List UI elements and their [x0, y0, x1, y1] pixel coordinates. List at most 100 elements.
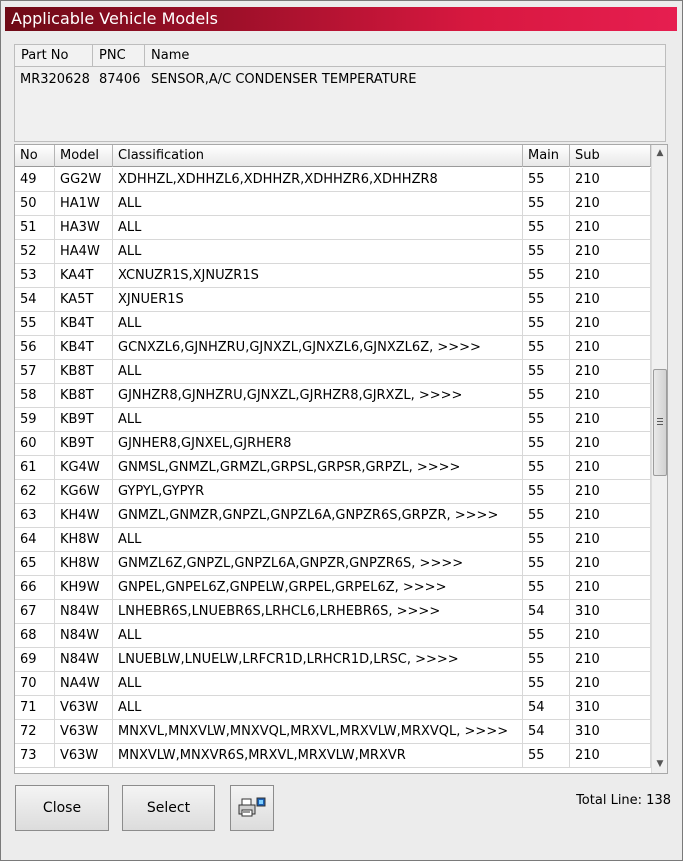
row-main: 55: [523, 576, 570, 600]
header-divider: [144, 45, 145, 67]
row-main: 55: [523, 360, 570, 384]
applicable-vehicle-models-window: Applicable Vehicle Models Part No PNC Na…: [0, 0, 683, 861]
vertical-scrollbar[interactable]: ▲ ▼: [651, 145, 667, 773]
row-sub: 210: [570, 264, 651, 288]
table-row[interactable]: 56 KB4T GCNXZL6,GJNHZRU,GJNXZL,GJNXZL6,GJN…: [15, 336, 651, 360]
row-no: 53: [15, 264, 55, 288]
row-sub: 210: [570, 360, 651, 384]
table-row[interactable]: 57 KB8T ALL 55 210: [15, 360, 651, 384]
vehicle-models-grid[interactable]: No Model Classification Main Sub 49 GG2W X…: [14, 144, 668, 774]
row-main: 55: [523, 432, 570, 456]
row-model: KG6W: [55, 480, 113, 504]
table-row[interactable]: 63 KH4W GNMZL,GNMZR,GNPZL,GNPZL6A,GNPZR6S,…: [15, 504, 651, 528]
scroll-down-arrow-icon[interactable]: ▼: [652, 756, 667, 773]
row-model: KB9T: [55, 432, 113, 456]
row-classification: XCNUZR1S,XJNUZR1S: [113, 264, 523, 288]
table-row[interactable]: 67 N84W LNHEBR6S,LNUEBR6S,LRHCL6,LRHEBR6S,…: [15, 600, 651, 624]
row-classification: GJNHER8,GJNXEL,GJRHER8: [113, 432, 523, 456]
column-header-sub[interactable]: Sub: [570, 145, 651, 167]
row-classification: ALL: [113, 672, 523, 696]
row-sub: 210: [570, 168, 651, 192]
part-info-row[interactable]: MR320628 87406 SENSOR,A/C CONDENSER TEMP…: [15, 69, 665, 91]
row-model: KG4W: [55, 456, 113, 480]
row-model: GG2W: [55, 168, 113, 192]
row-no: 52: [15, 240, 55, 264]
table-row[interactable]: 71 V63W ALL 54 310: [15, 696, 651, 720]
row-model: KB8T: [55, 360, 113, 384]
table-row[interactable]: 69 N84W LNUEBLW,LNUELW,LRFCR1D,LRHCR1D,LRS…: [15, 648, 651, 672]
table-row[interactable]: 64 KH8W ALL 55 210: [15, 528, 651, 552]
scrollbar-thumb[interactable]: [653, 369, 667, 476]
row-main: 55: [523, 744, 570, 768]
table-row[interactable]: 58 KB8T GJNHZR8,GJNHZRU,GJNXZL,GJRHZR8,GJR…: [15, 384, 651, 408]
row-main: 55: [523, 240, 570, 264]
column-header-model[interactable]: Model: [55, 145, 113, 167]
table-row[interactable]: 49 GG2W XDHHZL,XDHHZL6,XDHHZR,XDHHZR6,XDHH…: [15, 168, 651, 192]
total-line-count: Total Line: 138: [576, 793, 671, 808]
row-model: NA4W: [55, 672, 113, 696]
row-model: HA1W: [55, 192, 113, 216]
table-row[interactable]: 61 KG4W GNMSL,GNMZL,GRMZL,GRPSL,GRPSR,GRPZ…: [15, 456, 651, 480]
row-no: 59: [15, 408, 55, 432]
row-sub: 210: [570, 408, 651, 432]
table-row[interactable]: 73 V63W MNXVLW,MNXVR6S,MRXVL,MRXVLW,MRXVR 5…: [15, 744, 651, 768]
row-no: 69: [15, 648, 55, 672]
table-row[interactable]: 50 HA1W ALL 55 210: [15, 192, 651, 216]
row-model: V63W: [55, 744, 113, 768]
table-row[interactable]: 60 KB9T GJNHER8,GJNXEL,GJRHER8 55 210: [15, 432, 651, 456]
scroll-up-arrow-icon[interactable]: ▲: [652, 145, 667, 162]
table-row[interactable]: 53 KA4T XCNUZR1S,XJNUZR1S 55 210: [15, 264, 651, 288]
row-no: 49: [15, 168, 55, 192]
row-no: 55: [15, 312, 55, 336]
table-row[interactable]: 54 KA5T XJNUER1S 55 210: [15, 288, 651, 312]
table-row[interactable]: 72 V63W MNXVL,MNXVLW,MNXVQL,MRXVL,MRXVLW,M…: [15, 720, 651, 744]
row-classification: ALL: [113, 192, 523, 216]
row-no: 57: [15, 360, 55, 384]
table-row[interactable]: 55 KB4T ALL 55 210: [15, 312, 651, 336]
row-no: 63: [15, 504, 55, 528]
table-row[interactable]: 62 KG6W GYPYL,GYPYR 55 210: [15, 480, 651, 504]
row-classification: GNMZL,GNMZR,GNPZL,GNPZL6A,GNPZR6S,GRPZR,…: [113, 504, 523, 528]
grip-icon: [657, 418, 663, 425]
table-row[interactable]: 59 KB9T ALL 55 210: [15, 408, 651, 432]
row-sub: 210: [570, 240, 651, 264]
row-classification: ALL: [113, 240, 523, 264]
grid-header: No Model Classification Main Sub: [15, 145, 651, 167]
part-info-panel: Part No PNC Name MR320628 87406 SENSOR,A…: [14, 44, 666, 142]
table-row[interactable]: 66 KH9W GNPEL,GNPEL6Z,GNPELW,GRPEL,GRPEL6Z…: [15, 576, 651, 600]
row-classification: GJNHZR8,GJNHZRU,GJNXZL,GJRHZR8,GJRXZL, >…: [113, 384, 523, 408]
row-main: 55: [523, 408, 570, 432]
row-sub: 210: [570, 432, 651, 456]
row-sub: 210: [570, 384, 651, 408]
row-no: 68: [15, 624, 55, 648]
select-button[interactable]: Select: [122, 785, 215, 831]
table-row[interactable]: 65 KH8W GNMZL6Z,GNPZL,GNPZL6A,GNPZR,GNPZR6…: [15, 552, 651, 576]
row-model: KH8W: [55, 528, 113, 552]
row-model: KH4W: [55, 504, 113, 528]
table-row[interactable]: 51 HA3W ALL 55 210: [15, 216, 651, 240]
row-classification: ALL: [113, 528, 523, 552]
column-header-main[interactable]: Main: [523, 145, 570, 167]
row-sub: 210: [570, 192, 651, 216]
row-sub: 210: [570, 288, 651, 312]
table-row[interactable]: 70 NA4W ALL 55 210: [15, 672, 651, 696]
row-main: 55: [523, 264, 570, 288]
row-model: N84W: [55, 648, 113, 672]
close-button[interactable]: Close: [15, 785, 109, 831]
column-header-no[interactable]: No: [15, 145, 55, 167]
row-model: N84W: [55, 600, 113, 624]
part-info-header: Part No PNC Name: [15, 45, 665, 67]
row-main: 55: [523, 624, 570, 648]
pnc-value: 87406: [99, 72, 141, 87]
row-classification: GNPEL,GNPEL6Z,GNPELW,GRPEL,GRPEL6Z, >>>>: [113, 576, 523, 600]
print-button[interactable]: [230, 785, 274, 831]
column-header-classification[interactable]: Classification: [113, 145, 523, 167]
row-main: 54: [523, 600, 570, 624]
row-sub: 210: [570, 672, 651, 696]
table-row[interactable]: 68 N84W ALL 55 210: [15, 624, 651, 648]
row-model: V63W: [55, 720, 113, 744]
row-classification: ALL: [113, 312, 523, 336]
row-sub: 210: [570, 552, 651, 576]
table-row[interactable]: 52 HA4W ALL 55 210: [15, 240, 651, 264]
row-main: 55: [523, 504, 570, 528]
